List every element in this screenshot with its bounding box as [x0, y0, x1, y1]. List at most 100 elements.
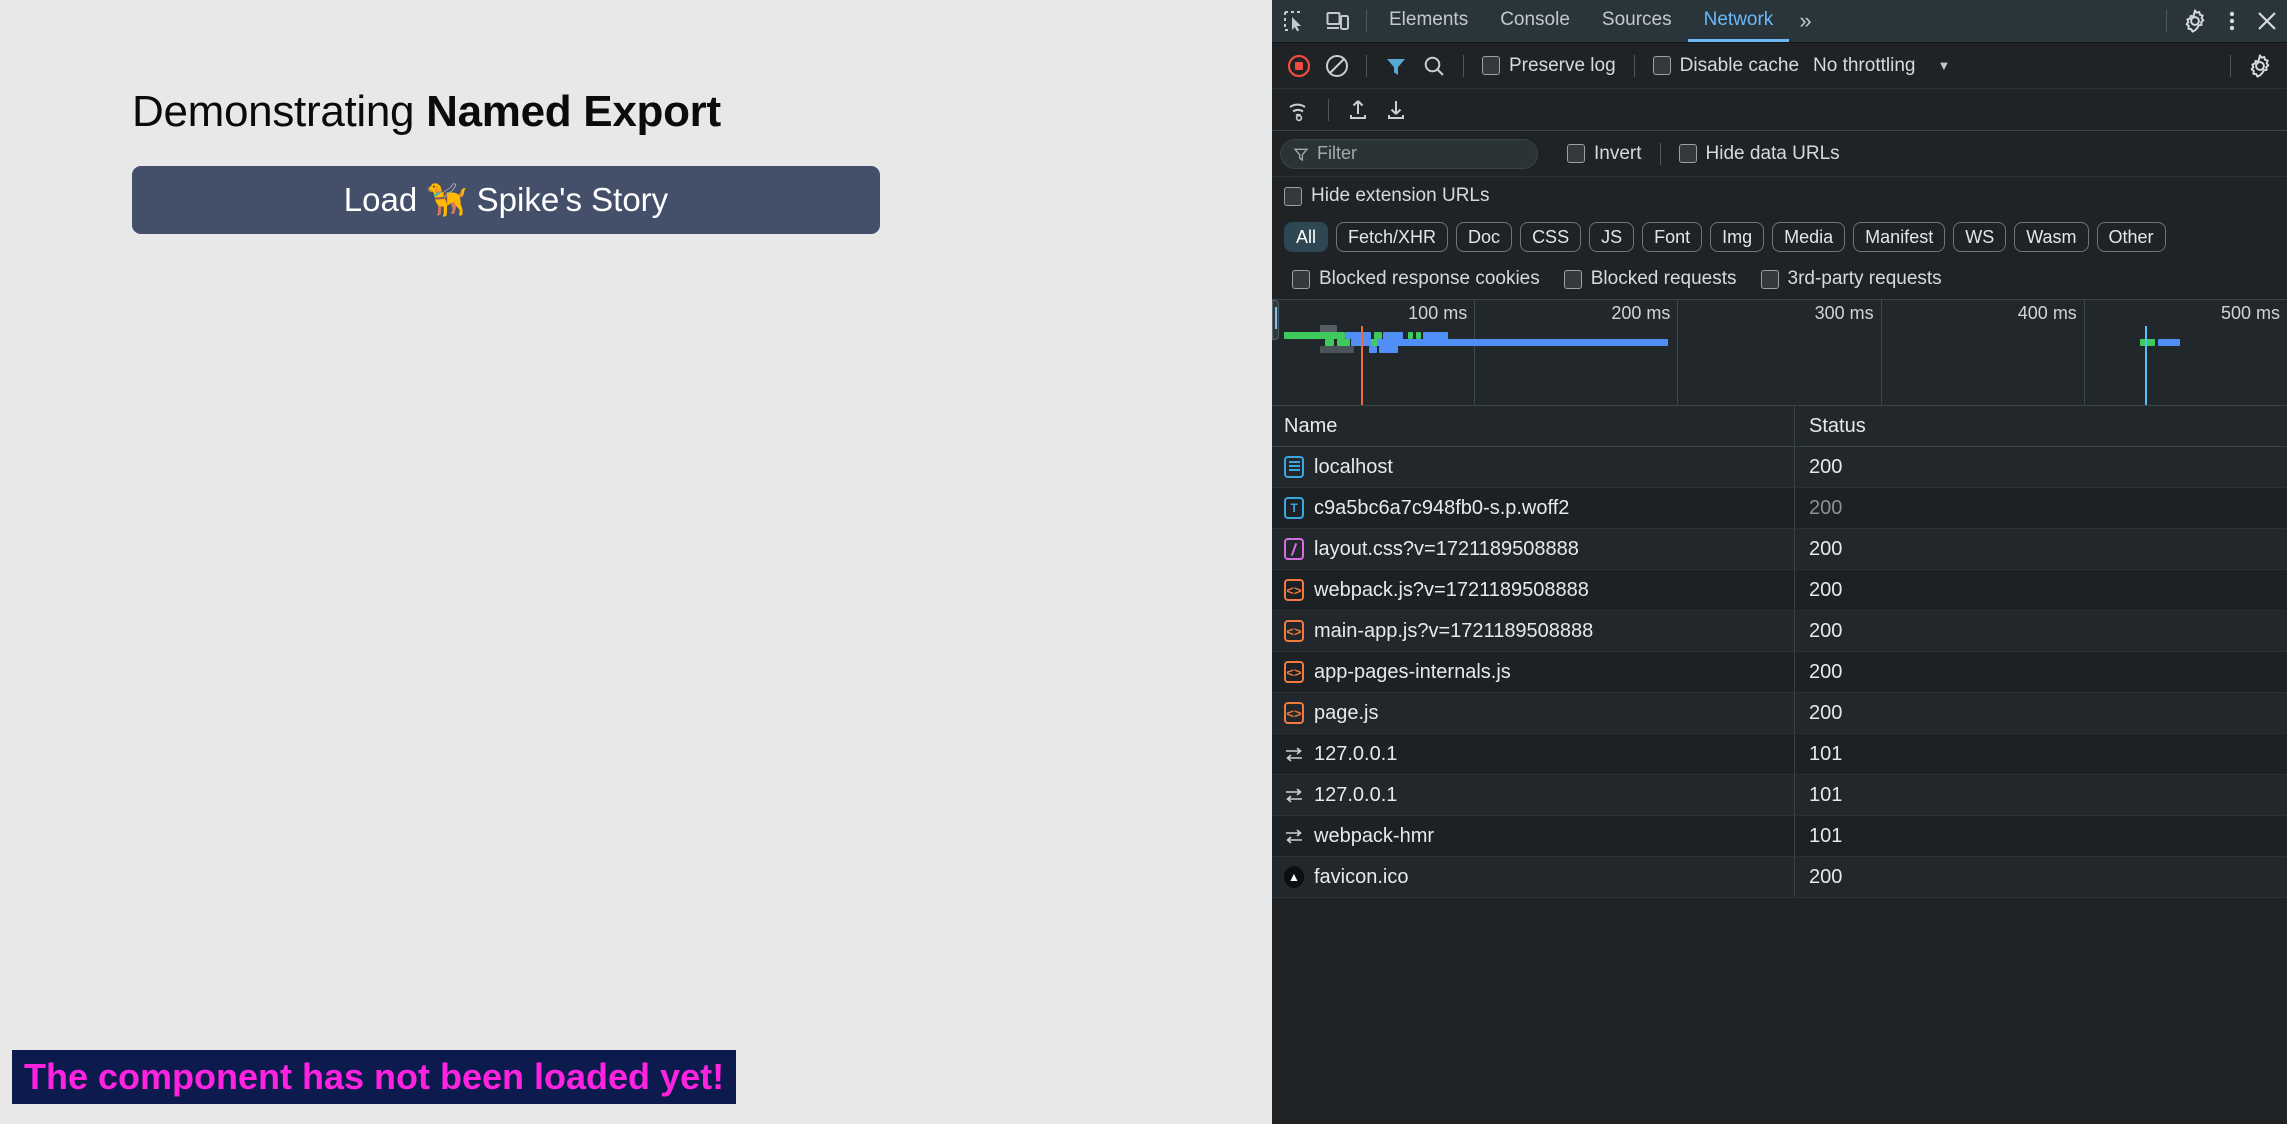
filter-funnel-icon[interactable]	[1377, 47, 1415, 85]
table-row[interactable]: localhost 200	[1272, 447, 2287, 488]
table-row[interactable]: 127.0.0.1 101	[1272, 734, 2287, 775]
request-status-cell: 200	[1794, 652, 2287, 692]
overview-tick-label: 100 ms	[1408, 303, 1468, 323]
table-row[interactable]: layout.css?v=1721189508888 200	[1272, 529, 2287, 570]
disable-cache-label: Disable cache	[1679, 54, 1800, 76]
request-name-cell: layout.css?v=1721189508888	[1272, 529, 1794, 569]
throttling-select[interactable]: No throttling ▼	[1807, 55, 1956, 77]
tabbar-divider	[1366, 10, 1367, 32]
tabbar-spacer	[1822, 0, 2160, 42]
overview-request-bar	[1423, 332, 1448, 339]
filter-input[interactable]: Filter	[1280, 138, 1538, 169]
request-name-text: 127.0.0.1	[1314, 742, 1398, 765]
overview-tick-label: 500 ms	[2220, 303, 2281, 323]
network-overview-timeline[interactable]: 100 ms 200 ms 300 ms 400 ms 500 ms	[1272, 299, 2287, 406]
preserve-log-label: Preserve log	[1509, 54, 1616, 76]
type-filter-media[interactable]: Media	[1772, 222, 1846, 252]
preserve-log-checkbox[interactable]: Preserve log	[1474, 55, 1624, 77]
network-conditions-icon[interactable]	[1280, 91, 1318, 129]
request-name-text: main-app.js?v=1721189508888	[1314, 619, 1594, 642]
invert-label: Invert	[1594, 142, 1642, 164]
request-name-cell: localhost	[1272, 447, 1794, 487]
type-filter-doc[interactable]: Doc	[1456, 222, 1513, 252]
screen-root: Demonstrating Named Export Load 🦮 Spike'…	[0, 0, 2287, 1124]
favicon-resource-icon: ▲	[1284, 866, 1304, 888]
page-title: Demonstrating Named Export	[132, 87, 721, 137]
column-header-status[interactable]: Status	[1794, 406, 2287, 446]
request-name-cell: <> app-pages-internals.js	[1272, 652, 1794, 692]
toolbar-divider-4	[2230, 54, 2231, 77]
clear-icon[interactable]	[1318, 47, 1356, 85]
tab-console[interactable]: Console	[1484, 0, 1586, 42]
export-har-icon[interactable]	[1377, 91, 1415, 129]
more-tabs-icon[interactable]: »	[1789, 0, 1821, 42]
request-name-text: webpack-hmr	[1314, 824, 1435, 847]
type-filter-other[interactable]: Other	[2096, 222, 2166, 252]
overview-gridlines: 100 ms 200 ms 300 ms 400 ms 500 ms	[1272, 300, 2287, 405]
inspect-element-icon[interactable]	[1272, 0, 1316, 42]
overview-tick-cell: 500 ms	[2085, 300, 2287, 405]
blocked-filter-3rd-party-requests[interactable]: 3rd-party requests	[1753, 268, 1950, 290]
request-name-text: 127.0.0.1	[1314, 783, 1398, 806]
checkbox-box[interactable]	[1760, 269, 1779, 289]
gear-icon[interactable]	[2173, 0, 2217, 42]
disable-cache-box[interactable]	[1652, 56, 1671, 75]
overview-request-bar	[1351, 339, 1668, 346]
invert-checkbox[interactable]: Invert	[1559, 143, 1650, 165]
type-filter-manifest[interactable]: Manifest	[1853, 222, 1946, 252]
type-filter-img[interactable]: Img	[1710, 222, 1765, 252]
tab-elements[interactable]: Elements	[1373, 0, 1484, 42]
column-header-name[interactable]: Name	[1272, 415, 1794, 438]
request-name-text: layout.css?v=1721189508888	[1314, 537, 1579, 560]
load-story-button[interactable]: Load 🦮 Spike's Story	[132, 166, 880, 234]
overview-request-bar	[1371, 339, 1378, 346]
type-filter-font[interactable]: Font	[1642, 222, 1703, 252]
hide-extension-urls-box[interactable]	[1284, 186, 1302, 206]
request-status-cell: 101	[1794, 734, 2287, 774]
script-resource-icon: <>	[1284, 579, 1304, 601]
hide-data-urls-box[interactable]	[1678, 144, 1697, 163]
devtools-panel: Elements Console Sources Network » Prese…	[12, 0, 2287, 1124]
type-filter-ws[interactable]: WS	[1953, 222, 2007, 252]
tabbar-divider-right	[2166, 10, 2167, 32]
close-icon[interactable]	[2247, 0, 2287, 42]
disable-cache-checkbox[interactable]: Disable cache	[1645, 55, 1807, 77]
document-resource-icon	[1284, 456, 1304, 478]
checkbox-label: 3rd-party requests	[1787, 268, 1942, 289]
type-filter-css[interactable]: CSS	[1520, 222, 1582, 252]
type-filter-fetch-xhr[interactable]: Fetch/XHR	[1336, 222, 1449, 252]
search-icon[interactable]	[1415, 47, 1453, 85]
tab-sources[interactable]: Sources	[1586, 0, 1688, 42]
table-row[interactable]: Tc9a5bc6a7c948fb0-s.p.woff2 200	[1272, 488, 2287, 529]
type-filter-all[interactable]: All	[1284, 222, 1329, 252]
overview-request-bar	[1284, 332, 1346, 339]
request-status-cell: 200	[1794, 693, 2287, 733]
type-filter-js[interactable]: JS	[1589, 222, 1635, 252]
blocked-filter-blocked-response-cookies[interactable]: Blocked response cookies	[1284, 268, 1548, 290]
table-row[interactable]: <> app-pages-internals.js 200	[1272, 652, 2287, 693]
import-har-icon[interactable]	[1339, 91, 1377, 129]
blocked-filter-blocked-requests[interactable]: Blocked requests	[1556, 268, 1745, 290]
table-row[interactable]: <> page.js 200	[1272, 693, 2287, 734]
overview-request-bar	[1319, 325, 1337, 332]
checkbox-box[interactable]	[1292, 269, 1310, 289]
hide-extension-urls-checkbox[interactable]: Hide extension URLs	[1284, 185, 1497, 207]
table-row[interactable]: webpack-hmr 101	[1272, 816, 2287, 857]
throttling-value: No throttling	[1813, 54, 1916, 76]
tab-network[interactable]: Network	[1687, 0, 1790, 42]
overview-left-handle[interactable]	[1272, 300, 1279, 340]
preserve-log-box[interactable]	[1482, 56, 1500, 75]
table-row[interactable]: <> webpack.js?v=1721189508888 200	[1272, 570, 2287, 611]
device-toolbar-icon[interactable]	[1316, 0, 1360, 42]
invert-box[interactable]	[1567, 144, 1585, 163]
network-settings-gear-icon[interactable]	[2241, 47, 2279, 85]
kebab-menu-icon[interactable]	[2217, 0, 2247, 42]
table-row[interactable]: <> main-app.js?v=1721189508888 200	[1272, 611, 2287, 652]
type-filter-wasm[interactable]: Wasm	[2014, 222, 2089, 252]
checkbox-box[interactable]	[1563, 269, 1582, 289]
request-name-cell: <> page.js	[1272, 693, 1794, 733]
table-row[interactable]: ▲ favicon.ico 200	[1272, 857, 2287, 898]
hide-data-urls-checkbox[interactable]: Hide data URLs	[1671, 143, 1848, 165]
table-row[interactable]: 127.0.0.1 101	[1272, 775, 2287, 816]
record-stop-icon[interactable]	[1280, 47, 1318, 85]
